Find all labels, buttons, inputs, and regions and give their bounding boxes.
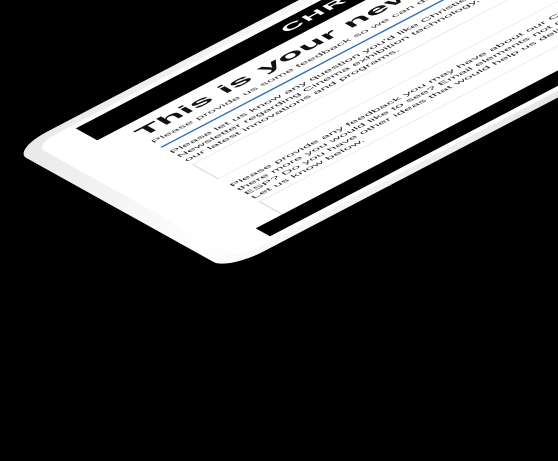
tablet-device: CHRISTIE This is your newsletter Please … xyxy=(12,0,558,270)
stage: CHRISTIE This is your newsletter Please … xyxy=(0,0,558,461)
